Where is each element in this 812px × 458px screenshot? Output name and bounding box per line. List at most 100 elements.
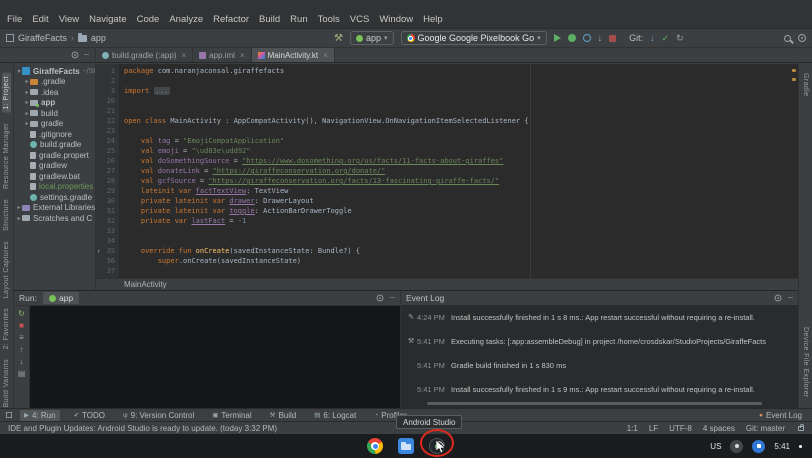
error-stripe-mark[interactable] bbox=[792, 78, 796, 81]
run-config-selector[interactable]: app ▾ bbox=[350, 31, 394, 45]
project-tree-panel[interactable]: ▾GiraffeFacts~/St▸.gradle▸.idea▸app▸buil… bbox=[14, 64, 96, 290]
status-lf[interactable]: LF bbox=[649, 424, 658, 433]
tool-window-switcher-icon[interactable] bbox=[6, 412, 12, 418]
tool-button-device-file-explorer[interactable]: Device File Explorer bbox=[802, 327, 809, 398]
code-line[interactable] bbox=[124, 107, 798, 117]
toolwindow-button-terminal[interactable]: ▣Terminal bbox=[208, 410, 255, 421]
soft-wrap-icon[interactable]: ▤ bbox=[18, 369, 26, 378]
code-line[interactable] bbox=[124, 97, 798, 107]
tree-row-gradlew[interactable]: gradlew bbox=[14, 161, 95, 172]
tree-row-build[interactable]: ▸build bbox=[14, 108, 95, 119]
event-log-settings-gear-icon[interactable] bbox=[775, 295, 782, 302]
rerun-icon[interactable]: ↻ bbox=[18, 309, 25, 318]
menu-item-tools[interactable]: Tools bbox=[313, 13, 345, 26]
tree-row-gitignore[interactable]: .gitignore bbox=[14, 129, 95, 140]
event-log-body[interactable]: ✎4:24 PMInstall successfully finished in… bbox=[401, 305, 798, 408]
tree-row-external-libraries[interactable]: ▸External Libraries bbox=[14, 203, 95, 214]
code-line[interactable]: lateinit var factTextView: TextView bbox=[124, 187, 798, 197]
breadcrumb-module[interactable]: app bbox=[91, 33, 106, 43]
tree-row-gradle[interactable]: ▸gradle bbox=[14, 119, 95, 130]
close-icon[interactable]: × bbox=[181, 51, 186, 60]
menu-item-view[interactable]: View bbox=[54, 13, 84, 26]
code-line[interactable] bbox=[124, 237, 798, 247]
code-line[interactable]: val emoji = "\ud83e\udd92" bbox=[124, 147, 798, 157]
code-line[interactable]: import ... bbox=[124, 87, 798, 97]
code-line[interactable]: val donateLink = "https://giraffeconserv… bbox=[124, 167, 798, 177]
status-1-1[interactable]: 1:1 bbox=[627, 424, 638, 433]
tool-button-build-variants[interactable]: Build Variants bbox=[3, 359, 10, 407]
menu-item-window[interactable]: Window bbox=[374, 13, 418, 26]
tree-row-local-properties[interactable]: local.properties bbox=[14, 182, 95, 193]
stop-icon[interactable]: ■ bbox=[19, 321, 24, 330]
code-line[interactable]: package com.naranjaconsal.giraffefacts bbox=[124, 67, 798, 77]
status-git-master[interactable]: Git: master bbox=[746, 424, 785, 433]
toolwindow-button-build[interactable]: ⚒Build bbox=[266, 410, 301, 421]
build-hammer-icon[interactable]: ⚒ bbox=[334, 33, 343, 44]
code-line[interactable] bbox=[124, 227, 798, 237]
error-stripe-mark[interactable] bbox=[792, 69, 796, 72]
attach-debugger-icon[interactable]: ↓ bbox=[598, 33, 603, 43]
breadcrumb-class[interactable]: MainActivity bbox=[124, 280, 167, 289]
code-line[interactable]: super.onCreate(savedInstanceState) bbox=[124, 257, 798, 267]
restore-layout-icon[interactable]: ≡ bbox=[19, 333, 24, 342]
stop-button[interactable] bbox=[609, 35, 616, 42]
hide-panel-icon[interactable]: ─ bbox=[84, 52, 89, 59]
editor-tab-app-iml[interactable]: app.iml× bbox=[193, 48, 251, 62]
git-history-icon[interactable]: ↻ bbox=[676, 33, 684, 44]
device-selector[interactable]: Google Google Pixelbook Go ▾ bbox=[401, 31, 547, 45]
lock-icon[interactable] bbox=[798, 426, 804, 431]
toolwindow-button-9-version-control[interactable]: ψ9: Version Control bbox=[119, 410, 198, 421]
tool-button-gradle[interactable]: Gradle bbox=[802, 73, 809, 96]
code-line[interactable]: private lateinit var toggle: ActionBarDr… bbox=[124, 207, 798, 217]
tool-button-2-favorites[interactable]: 2: Favorites bbox=[3, 308, 10, 349]
project-settings-gear-icon[interactable] bbox=[72, 52, 79, 59]
tree-row-gradle-propert[interactable]: gradle.propert bbox=[14, 150, 95, 161]
code-line[interactable]: val tag = "EmojiCompatApplication" bbox=[124, 137, 798, 147]
file-manager-taskbar-icon[interactable] bbox=[398, 438, 414, 454]
down-stack-trace-icon[interactable]: ↓ bbox=[20, 357, 24, 366]
editor-tab-build-gradle-app[interactable]: build.gradle (:app)× bbox=[96, 48, 193, 62]
run-settings-gear-icon[interactable] bbox=[377, 295, 384, 302]
clock[interactable]: 5:41 bbox=[774, 442, 790, 451]
toolwindow-button-4-run[interactable]: ▶4: Run bbox=[20, 410, 60, 421]
tray-indicator-icon[interactable] bbox=[752, 440, 765, 453]
git-update-icon[interactable]: ↓ bbox=[650, 33, 655, 43]
menu-item-help[interactable]: Help bbox=[418, 13, 448, 26]
menu-item-file[interactable]: File bbox=[2, 13, 27, 26]
debug-button[interactable] bbox=[568, 34, 576, 42]
horizontal-scrollbar[interactable] bbox=[427, 402, 762, 405]
close-icon[interactable]: × bbox=[240, 51, 245, 60]
menu-item-analyze[interactable]: Analyze bbox=[164, 13, 208, 26]
status-utf-8[interactable]: UTF-8 bbox=[669, 424, 692, 433]
menu-item-refactor[interactable]: Refactor bbox=[208, 13, 254, 26]
tree-row-build-gradle[interactable]: build.gradle bbox=[14, 140, 95, 151]
hide-event-log-icon[interactable]: ─ bbox=[788, 295, 793, 302]
hide-run-panel-icon[interactable]: ─ bbox=[390, 295, 395, 302]
menu-item-run[interactable]: Run bbox=[285, 13, 312, 26]
tool-button-resource-manager[interactable]: Resource Manager bbox=[3, 123, 10, 189]
run-button[interactable] bbox=[554, 34, 561, 42]
tool-button-1-project[interactable]: 1: Project bbox=[2, 73, 11, 113]
run-console[interactable] bbox=[30, 306, 400, 408]
code-line[interactable]: val doSomethingSource = "https://www.dos… bbox=[124, 157, 798, 167]
toolwindow-button-6-logcat[interactable]: ▤6: Logcat bbox=[310, 410, 360, 421]
menu-item-edit[interactable]: Edit bbox=[27, 13, 53, 26]
editor-tab-mainactivity-kt[interactable]: MainActivity.kt× bbox=[252, 48, 335, 62]
profile-button[interactable] bbox=[583, 34, 591, 42]
git-commit-icon[interactable]: ✓ bbox=[662, 33, 670, 44]
tree-row-scratches-and-c[interactable]: ▸Scratches and C bbox=[14, 213, 95, 224]
menu-item-build[interactable]: Build bbox=[254, 13, 285, 26]
tree-row-gradlew-bat[interactable]: gradlew.bat bbox=[14, 171, 95, 182]
tree-row-gradle[interactable]: ▸.gradle bbox=[14, 77, 95, 88]
tool-button-structure[interactable]: Structure bbox=[3, 199, 10, 231]
code-line[interactable]: val gcfSource = "https://giraffeconserva… bbox=[124, 177, 798, 187]
editor-code-area[interactable]: package com.naranjaconsal.giraffefacts im… bbox=[120, 64, 798, 278]
status-4-spaces[interactable]: 4 spaces bbox=[703, 424, 735, 433]
tool-button-layout-captures[interactable]: Layout Captures bbox=[3, 241, 10, 298]
close-icon[interactable]: × bbox=[323, 51, 328, 60]
toolwindow-button-event-log[interactable]: ●Event Log bbox=[755, 410, 806, 421]
tree-row-giraffefacts[interactable]: ▾GiraffeFacts~/St bbox=[14, 66, 95, 77]
code-line[interactable] bbox=[124, 127, 798, 137]
code-line[interactable]: override fun onCreate(savedInstanceState… bbox=[124, 247, 798, 257]
run-tab-app[interactable]: app bbox=[43, 292, 79, 304]
